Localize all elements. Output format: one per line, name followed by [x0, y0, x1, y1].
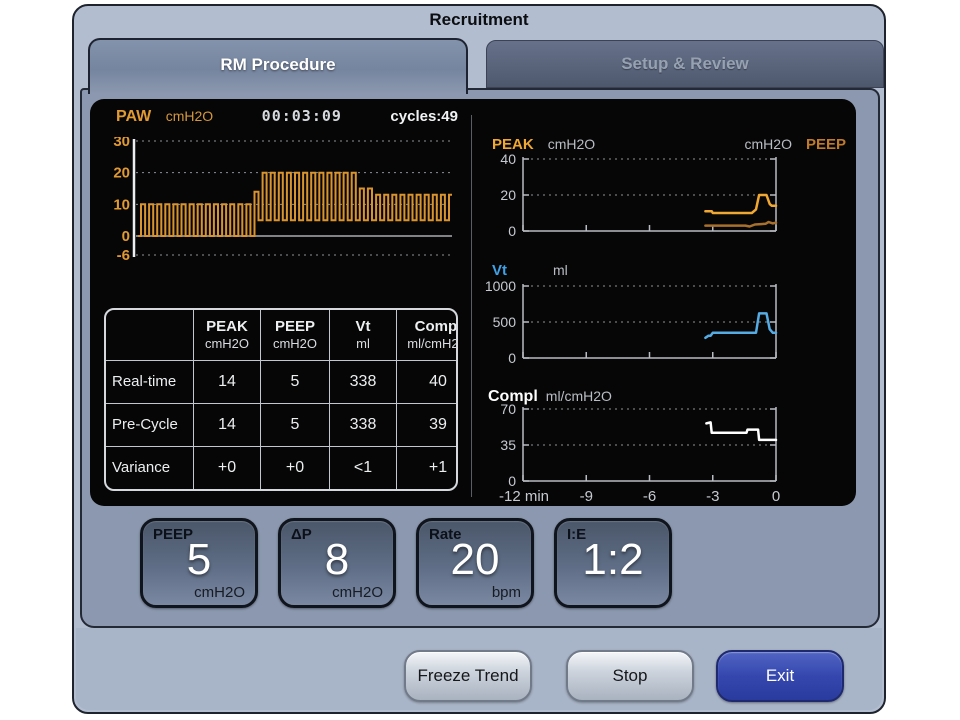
exit-button-label: Exit	[766, 666, 794, 685]
table-row-variance: Variance +0 +0 <1 +1	[106, 446, 458, 489]
ie-setting-value: 1:2	[557, 535, 669, 585]
freeze-trend-button[interactable]: Freeze Trend	[404, 650, 532, 702]
table-row-precycle: Pre-Cycle 14 5 338 39	[106, 403, 458, 446]
paw-waveform-chart: 30 20 10 0 -6	[90, 137, 458, 261]
svg-text:35: 35	[500, 437, 516, 453]
paw-unit-label: cmH2O	[166, 108, 213, 124]
compl-trend-trace	[706, 422, 776, 440]
ie-setting-button[interactable]: I:E 1:2	[554, 518, 672, 608]
realtime-vt: 338	[330, 360, 397, 403]
svg-text:0: 0	[122, 228, 130, 245]
svg-text:70: 70	[500, 403, 516, 417]
freeze-trend-button-label: Freeze Trend	[417, 666, 518, 685]
tab-setup-review[interactable]: Setup & Review	[486, 40, 884, 88]
stop-button[interactable]: Stop	[566, 650, 694, 702]
vertical-divider	[471, 115, 472, 497]
row-label: Real-time	[106, 360, 194, 403]
rate-setting-unit: bpm	[492, 584, 521, 601]
monitor-display: PAW cmH2O 00:03:09 cycles:49 30 20 10 0 -6 P…	[90, 99, 856, 506]
precycle-peep: 5	[261, 403, 330, 446]
precycle-peak: 14	[194, 403, 261, 446]
tab-rm-procedure-label: RM Procedure	[220, 55, 335, 74]
vt-unit-label: ml	[553, 262, 568, 278]
vt-trend-chart: 1000 500 0	[482, 280, 782, 364]
peep-setting-button[interactable]: PEEP 5 cmH2O	[140, 518, 258, 608]
delta-p-setting-button[interactable]: ΔP 8 cmH2O	[278, 518, 396, 608]
row-label: Variance	[106, 446, 194, 489]
table-header-row: PEAKcmH2O PEEPcmH2O Vtml Complml/cmH2O	[106, 310, 458, 360]
variance-compl: +1	[397, 446, 459, 489]
col-header-peak: PEAKcmH2O	[194, 310, 261, 360]
peep-setting-value: 5	[143, 535, 255, 585]
table-row-realtime: Real-time 14 5 338 40	[106, 360, 458, 403]
peep-unit-label: cmH2O	[745, 136, 792, 152]
col-header-peep: PEEPcmH2O	[261, 310, 330, 360]
variance-peak: +0	[194, 446, 261, 489]
compl-unit-label: ml/cmH2O	[546, 388, 612, 404]
variance-peep: +0	[261, 446, 330, 489]
paw-chart-header: PAW cmH2O 00:03:09 cycles:49	[116, 107, 458, 126]
realtime-peak: 14	[194, 360, 261, 403]
x-axis-tick-label: -6	[643, 488, 656, 505]
paw-label: PAW	[116, 108, 151, 125]
rate-setting-value: 20	[419, 535, 531, 585]
peep-label: PEEP	[806, 136, 846, 153]
x-axis-tick-label: 0	[772, 488, 780, 505]
x-axis-tick-label: -3	[706, 488, 719, 505]
svg-text:10: 10	[113, 196, 130, 213]
exit-button[interactable]: Exit	[716, 650, 844, 702]
col-header-compl: Complml/cmH2O	[397, 310, 459, 360]
svg-text:1000: 1000	[485, 280, 516, 294]
svg-text:-6: -6	[117, 247, 130, 261]
svg-text:0: 0	[508, 223, 516, 237]
delta-p-setting-value: 8	[281, 535, 393, 585]
paw-label-group: PAW cmH2O	[116, 108, 213, 126]
col-header-vt: Vtml	[330, 310, 397, 360]
paw-waveform-trace	[138, 173, 452, 236]
peak-label: PEAK	[492, 136, 534, 153]
peak-trend-trace	[705, 195, 776, 213]
vt-trend-trace	[705, 313, 776, 337]
vt-label: Vt	[492, 262, 507, 279]
svg-text:20: 20	[113, 165, 130, 182]
precycle-compl: 39	[397, 403, 459, 446]
page-title: Recruitment	[72, 10, 886, 30]
tab-rm-procedure[interactable]: RM Procedure	[88, 38, 468, 94]
rate-setting-button[interactable]: Rate 20 bpm	[416, 518, 534, 608]
svg-text:40: 40	[500, 153, 516, 167]
rm-data-table: PEAKcmH2O PEEPcmH2O Vtml Complml/cmH2O R…	[104, 308, 458, 491]
svg-text:30: 30	[113, 137, 130, 150]
compl-trend-chart: 70350-12 min-9-6-30	[482, 403, 782, 506]
stop-button-label: Stop	[613, 666, 648, 685]
svg-text:0: 0	[508, 473, 516, 489]
tab-setup-review-label: Setup & Review	[621, 54, 749, 73]
table-corner-cell	[106, 310, 194, 360]
peep-trend-trace	[705, 222, 776, 227]
svg-text:500: 500	[493, 314, 517, 330]
peak-peep-trend-header: PEAK cmH2O cmH2O PEEP	[492, 136, 846, 153]
cycles-count: cycles:49	[390, 108, 458, 125]
x-axis-tick-label: -12 min	[499, 488, 549, 505]
peak-unit-label: cmH2O	[548, 136, 595, 152]
variance-vt: <1	[330, 446, 397, 489]
peak-peep-trend-chart: 40 20 0	[482, 153, 782, 237]
peep-setting-unit: cmH2O	[194, 584, 245, 601]
row-label: Pre-Cycle	[106, 403, 194, 446]
vt-trend-header: Vt ml	[492, 262, 568, 279]
elapsed-time: 00:03:09	[262, 107, 342, 125]
delta-p-setting-unit: cmH2O	[332, 584, 383, 601]
svg-text:0: 0	[508, 350, 516, 364]
realtime-peep: 5	[261, 360, 330, 403]
realtime-compl: 40	[397, 360, 459, 403]
svg-text:20: 20	[500, 187, 516, 203]
precycle-vt: 338	[330, 403, 397, 446]
x-axis-tick-label: -9	[580, 488, 593, 505]
